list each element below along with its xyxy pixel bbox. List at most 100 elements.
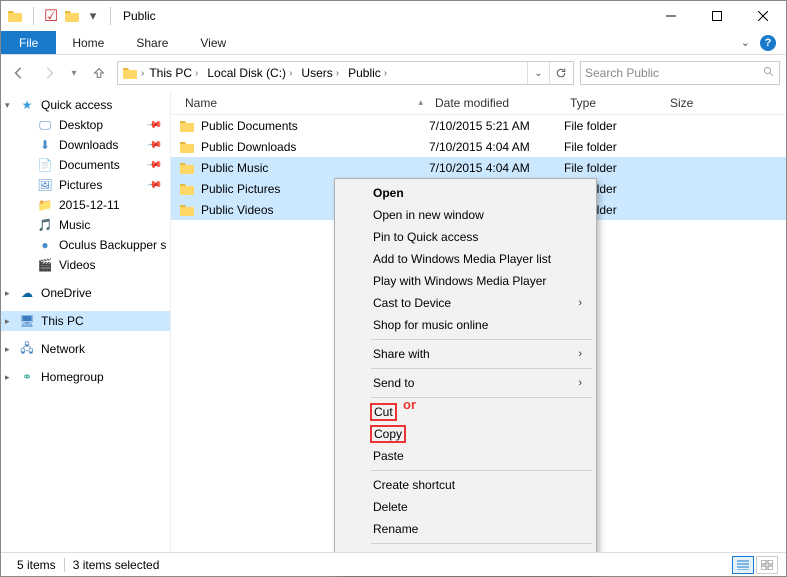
file-row[interactable]: Public Downloads7/10/2015 4:04 AMFile fo…	[171, 136, 786, 157]
menu-item-paste[interactable]: Paste	[337, 445, 594, 467]
minimize-button[interactable]	[648, 1, 694, 31]
chevron-right-icon[interactable]: ›	[383, 68, 388, 79]
sidebar-item-documents[interactable]: 📄Documents📌	[1, 155, 170, 175]
search-placeholder: Search Public	[585, 66, 659, 80]
folder-icon	[7, 8, 23, 24]
folder-icon	[179, 181, 195, 197]
title-bar: ☑ ▾ Public	[1, 1, 786, 31]
sidebar-item-2015-12-11[interactable]: 📁2015-12-11	[1, 195, 170, 215]
file-date: 7/10/2015 4:04 AM	[429, 140, 564, 154]
menu-item-label: Delete	[373, 500, 408, 514]
view-details-button[interactable]	[732, 556, 754, 574]
sidebar-item-network[interactable]: ▸ 🖧 Network	[1, 339, 170, 359]
address-bar[interactable]: › This PC› Local Disk (C:)› Users› Publi…	[117, 61, 574, 85]
menu-item-cast-to-device[interactable]: Cast to Device ›	[337, 292, 594, 314]
chevron-right-icon[interactable]: ›	[194, 68, 199, 79]
menu-item-label: Create shortcut	[373, 478, 455, 492]
maximize-button[interactable]	[694, 1, 740, 31]
sidebar-item-pictures[interactable]: 🖼Pictures📌	[1, 175, 170, 195]
pin-icon: 📌	[145, 177, 162, 193]
sidebar-item-oculus-backupper-s[interactable]: ●Oculus Backupper s	[1, 235, 170, 255]
expand-icon[interactable]: ▸	[5, 372, 10, 383]
menu-item-label: Shop for music online	[373, 318, 488, 332]
collapse-icon[interactable]: ▾	[5, 100, 10, 111]
search-input[interactable]: Search Public	[580, 61, 780, 85]
sidebar-item-onedrive[interactable]: ▸ ☁ OneDrive	[1, 283, 170, 303]
chevron-right-icon: ›	[578, 297, 582, 309]
up-button[interactable]	[87, 61, 111, 85]
pictures-icon: 🖼	[37, 177, 53, 193]
menu-item-label: Copy	[370, 425, 406, 443]
menu-item-open[interactable]: Open	[337, 182, 594, 204]
folder-icon	[122, 65, 138, 81]
menu-item-send-to[interactable]: Send to›	[337, 372, 594, 394]
menu-item-play-with-windows-media-player[interactable]: Play with Windows Media Player	[337, 270, 594, 292]
sidebar-item-label: OneDrive	[41, 286, 92, 300]
menu-item-copy[interactable]: Copy	[337, 423, 594, 445]
sidebar-item-label: Documents	[59, 158, 120, 172]
file-row[interactable]: Public Music7/10/2015 4:04 AMFile folder	[171, 157, 786, 178]
chevron-right-icon[interactable]: ›	[288, 68, 293, 79]
qat-newfolder-icon[interactable]	[64, 8, 80, 24]
help-icon[interactable]: ?	[760, 35, 776, 51]
refresh-button[interactable]	[549, 62, 571, 84]
pin-icon: 📌	[145, 157, 162, 173]
menu-item-label: Rename	[373, 522, 418, 536]
menu-item-shop-for-music-online[interactable]: Shop for music online	[337, 314, 594, 336]
back-button[interactable]	[7, 61, 31, 85]
tab-share[interactable]: Share	[120, 31, 184, 54]
tab-home[interactable]: Home	[56, 31, 120, 54]
sidebar-item-this-pc[interactable]: ▸ 🖥 This PC	[1, 311, 170, 331]
menu-item-rename[interactable]: Rename	[337, 518, 594, 540]
menu-item-add-to-windows-media-player-list[interactable]: Add to Windows Media Player list	[337, 248, 594, 270]
menu-item-create-shortcut[interactable]: Create shortcut	[337, 474, 594, 496]
sidebar-item-label: Videos	[59, 258, 95, 272]
file-date: 7/10/2015 4:04 AM	[429, 161, 564, 175]
chevron-right-icon: ›	[578, 377, 582, 389]
tab-view[interactable]: View	[184, 31, 242, 54]
sort-icon: ▴	[418, 97, 423, 108]
sidebar-item-desktop[interactable]: 🖵Desktop📌	[1, 115, 170, 135]
column-header-date[interactable]: Date modified	[429, 96, 564, 110]
breadcrumb[interactable]: This PC›	[145, 66, 203, 80]
menu-item-share-with[interactable]: Share with›	[337, 343, 594, 365]
qat-properties-icon[interactable]: ☑	[44, 9, 58, 23]
sidebar-item-label: Network	[41, 342, 85, 356]
menu-item-cut[interactable]: Cut	[337, 401, 594, 423]
ribbon-expand-icon[interactable]: ⌄	[741, 36, 750, 49]
sidebar-item-videos[interactable]: 🎬Videos	[1, 255, 170, 275]
chevron-right-icon[interactable]: ›	[335, 68, 340, 79]
file-tab[interactable]: File	[1, 31, 56, 54]
close-button[interactable]	[740, 1, 786, 31]
menu-item-label: Cast to Device	[373, 296, 451, 310]
breadcrumb[interactable]: Local Disk (C:)›	[203, 66, 297, 80]
file-row[interactable]: Public Documents7/10/2015 5:21 AMFile fo…	[171, 115, 786, 136]
breadcrumb[interactable]: Public›	[344, 66, 392, 80]
column-header-type[interactable]: Type	[564, 96, 664, 110]
expand-icon[interactable]: ▸	[5, 316, 10, 327]
sidebar-item-quick-access[interactable]: ▾ ★ Quick access	[1, 95, 170, 115]
ribbon-tabs: File Home Share View ⌄ ?	[1, 31, 786, 55]
menu-item-open-in-new-window[interactable]: Open in new window	[337, 204, 594, 226]
crumb-label: Local Disk (C:)	[207, 66, 286, 80]
breadcrumb[interactable]: Users›	[297, 66, 344, 80]
file-type: File folder	[564, 161, 664, 175]
menu-item-pin-to-quick-access[interactable]: Pin to Quick access	[337, 226, 594, 248]
sidebar-item-music[interactable]: 🎵Music	[1, 215, 170, 235]
column-header-size[interactable]: Size	[664, 96, 744, 110]
expand-icon[interactable]: ▸	[5, 344, 10, 355]
address-dropdown[interactable]: ⌄	[527, 62, 549, 84]
menu-item-label: Paste	[373, 449, 404, 463]
sidebar-item-downloads[interactable]: ⬇Downloads📌	[1, 135, 170, 155]
view-icons-button[interactable]	[756, 556, 778, 574]
network-icon: 🖧	[19, 341, 35, 357]
qat-dropdown-icon[interactable]: ▾	[86, 9, 100, 23]
file-date: 7/10/2015 5:21 AM	[429, 119, 564, 133]
nav-row: ▾ › This PC› Local Disk (C:)› Users› Pub…	[1, 55, 786, 91]
expand-icon[interactable]: ▸	[5, 288, 10, 299]
menu-item-delete[interactable]: Delete	[337, 496, 594, 518]
recent-dropdown[interactable]: ▾	[67, 61, 81, 85]
sidebar-item-homegroup[interactable]: ▸ ⚭ Homegroup	[1, 367, 170, 387]
forward-button[interactable]	[37, 61, 61, 85]
column-header-name[interactable]: Name▴	[179, 96, 429, 110]
